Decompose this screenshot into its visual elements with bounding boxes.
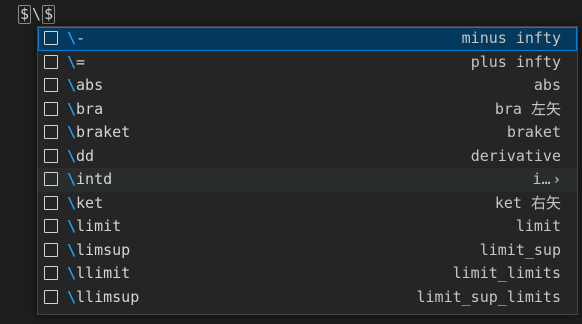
suggestion-detail-text: abs: [533, 76, 561, 94]
suggestion-match-prefix: \: [67, 29, 77, 47]
suggestion-detail: abs: [534, 74, 561, 98]
suggestion-label-rest: ket: [76, 193, 104, 212]
suggestion-label-rest: llimsup: [76, 287, 140, 306]
suggestion-label: \llimsup: [67, 286, 139, 310]
snippet-icon: [44, 266, 58, 280]
suggestion-match-prefix: \: [67, 264, 77, 282]
suggestion-label: \limit: [67, 215, 121, 239]
suggestion-match-prefix: \: [67, 193, 77, 212]
suggestion-detail: limit: [516, 215, 561, 239]
suggestion-label: \intd: [67, 168, 112, 192]
suggestion-match-prefix: \: [67, 217, 77, 235]
suggestion-label-rest: limit: [76, 217, 122, 235]
snippet-icon: [44, 242, 58, 257]
suggestion-match-prefix: \: [67, 52, 77, 71]
editor-line[interactable]: $ \ $: [18, 2, 56, 26]
suggestion-label: \bra: [67, 98, 103, 122]
editor[interactable]: $ \ $ \- minus infty \= plus infty \abs abs \bra…: [0, 0, 582, 324]
suggestion-match-prefix: \: [67, 99, 77, 118]
suggestion-detail-text: derivative: [470, 146, 561, 165]
snippet-icon: [44, 195, 58, 210]
suggestion-label-rest: limsup: [76, 240, 131, 259]
suggestion-detail: bra 左矢: [495, 98, 561, 122]
suggestion-label: \braket: [67, 121, 130, 145]
bracket-highlight-close: $: [42, 5, 56, 24]
suggestion-match-prefix: \: [67, 240, 77, 259]
snippet-icon: [44, 31, 58, 45]
suggestion-detail-text: limit: [515, 217, 561, 235]
suggestion-match-prefix: \: [67, 287, 77, 306]
snippet-icon: [44, 219, 58, 233]
suggestion-detail: plus infty: [471, 51, 561, 75]
suggestion-detail-text: limit_sup: [479, 240, 561, 259]
suggestion-match-prefix: \: [67, 170, 77, 188]
snippet-icon: [44, 172, 58, 186]
suggestion-match-prefix: \: [67, 76, 77, 94]
suggestion-item[interactable]: \= plus infty: [38, 51, 577, 75]
snippet-icon: [44, 148, 58, 163]
suggestion-match-prefix: \: [67, 146, 77, 165]
suggestion-item[interactable]: \dd derivative: [38, 145, 577, 169]
suggestion-detail: i… ›: [533, 168, 562, 193]
suggestion-label-rest: intd: [76, 170, 113, 188]
suggestion-detail: limit_limits: [453, 262, 561, 286]
suggestion-item[interactable]: \limsup limit_sup: [38, 239, 577, 263]
suggestion-label-rest: dd: [76, 146, 95, 165]
suggestion-item[interactable]: \abs abs: [38, 74, 577, 98]
suggestion-detail: limit_sup_limits: [417, 286, 562, 310]
suggestion-detail-text: i…: [532, 170, 551, 188]
suggestion-label-rest: braket: [76, 123, 131, 141]
bracket-highlight-open: $: [18, 5, 32, 24]
suggestion-label-rest: -: [76, 29, 86, 47]
suggestion-item[interactable]: \llimsup limit_sup_limits: [38, 286, 577, 310]
suggestion-detail-text: braket: [506, 123, 561, 141]
suggestion-item[interactable]: \braket braket: [38, 121, 577, 145]
suggestion-label: \=: [67, 51, 85, 75]
suggestion-label: \abs: [67, 74, 103, 98]
suggestion-label-rest: =: [76, 52, 86, 71]
suggestion-label: \limsup: [67, 239, 130, 263]
suggestion-detail-text: plus infty: [470, 52, 561, 71]
snippet-icon: [44, 54, 58, 69]
read-more-chevron-icon[interactable]: ›: [553, 169, 561, 193]
suggestion-detail-text: limit_limits: [452, 264, 561, 282]
suggestion-detail-text: minus infty: [461, 29, 561, 47]
snippet-icon: [44, 125, 58, 139]
suggestion-detail: ket 右矢: [495, 192, 561, 216]
suggestion-detail: limit_sup: [480, 239, 561, 263]
suggestion-label: \ket: [67, 192, 103, 216]
suggestion-item[interactable]: \limit limit: [38, 215, 577, 239]
snippet-icon: [44, 78, 58, 92]
suggestion-detail: braket: [507, 121, 561, 145]
suggestion-item[interactable]: \llimit limit_limits: [38, 262, 577, 286]
suggestion-label-rest: abs: [76, 76, 104, 94]
suggestion-label-rest: llimit: [76, 264, 131, 282]
suggestion-match-prefix: \: [67, 123, 77, 141]
typed-text: \: [32, 5, 42, 23]
suggestion-item[interactable]: \ket ket 右矢: [38, 192, 577, 216]
suggestion-label: \dd: [67, 145, 94, 169]
suggestion-detail-text: limit_sup_limits: [416, 287, 562, 306]
suggestion-label: \-: [67, 27, 85, 51]
suggestion-detail: minus infty: [462, 27, 561, 51]
suggestion-detail-text: ket 右矢: [494, 193, 561, 212]
snippet-icon: [44, 289, 58, 304]
suggestion-label: \llimit: [67, 262, 130, 286]
suggest-widget[interactable]: \- minus infty \= plus infty \abs abs \bra bra …: [37, 26, 578, 315]
suggestion-item[interactable]: \- minus infty: [38, 27, 577, 51]
snippet-icon: [44, 101, 58, 116]
suggestion-item[interactable]: \bra bra 左矢: [38, 98, 577, 122]
suggestion-detail-text: bra 左矢: [494, 99, 561, 118]
suggestion-item[interactable]: \intd i… ›: [38, 168, 577, 192]
suggestion-label-rest: bra: [76, 99, 104, 118]
suggestion-detail: derivative: [471, 145, 561, 169]
